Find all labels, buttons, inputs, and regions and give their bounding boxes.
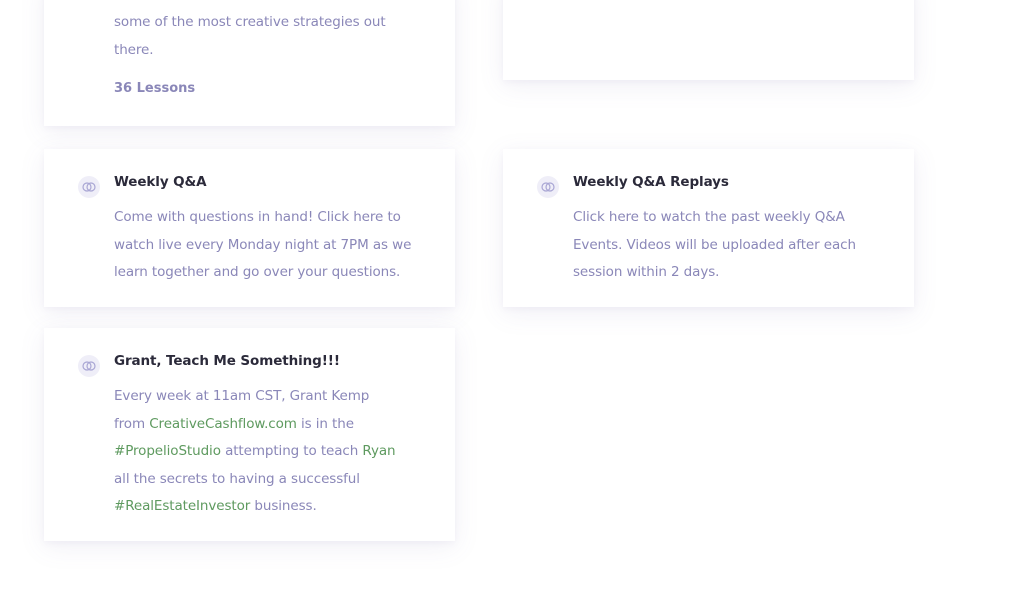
course-description: Come with questions in hand! Click here …: [114, 209, 412, 280]
course-list-page: some of the most creative strategies out…: [0, 0, 1024, 600]
desc-text: is in the: [296, 415, 354, 432]
mention-link[interactable]: Ryan: [362, 443, 395, 459]
course-card-top-right[interactable]: [503, 0, 914, 80]
lessons-count: 36 Lessons: [114, 81, 196, 96]
course-title[interactable]: Grant, Teach Me Something!!!: [114, 353, 340, 369]
course-icon: [78, 355, 100, 377]
desc-text: all the secrets to having a successful: [114, 470, 360, 487]
course-card-weekly-qa[interactable]: Weekly Q&A Come with questions in hand! …: [44, 149, 455, 307]
course-card-top-left[interactable]: some of the most creative strategies out…: [44, 0, 455, 126]
course-description-line-2: there.: [114, 41, 154, 58]
course-title[interactable]: Weekly Q&A Replays: [573, 174, 729, 190]
desc-text: business.: [250, 498, 317, 514]
desc-text: attempting to teach: [220, 443, 363, 459]
course-description: Click here to watch the past weekly Q&A …: [573, 209, 856, 280]
site-link[interactable]: CreativeCashflow.com: [149, 416, 297, 432]
hashtag-link[interactable]: #PropelioStudio: [114, 443, 221, 459]
hashtag-link[interactable]: #RealEstateInvestor: [114, 498, 250, 514]
course-card-grant[interactable]: Grant, Teach Me Something!!! Every week …: [44, 328, 455, 541]
course-description: Every week at 11am CST, Grant Kemp from …: [114, 383, 399, 521]
course-icon: [537, 176, 559, 198]
course-title[interactable]: Weekly Q&A: [114, 174, 207, 190]
course-card-weekly-qa-replays[interactable]: Weekly Q&A Replays Click here to watch t…: [503, 149, 914, 307]
course-description: some of the most creative strategies out…: [114, 9, 434, 64]
course-description-line-1: some of the most creative strategies out: [114, 14, 386, 30]
course-icon: [78, 176, 100, 198]
